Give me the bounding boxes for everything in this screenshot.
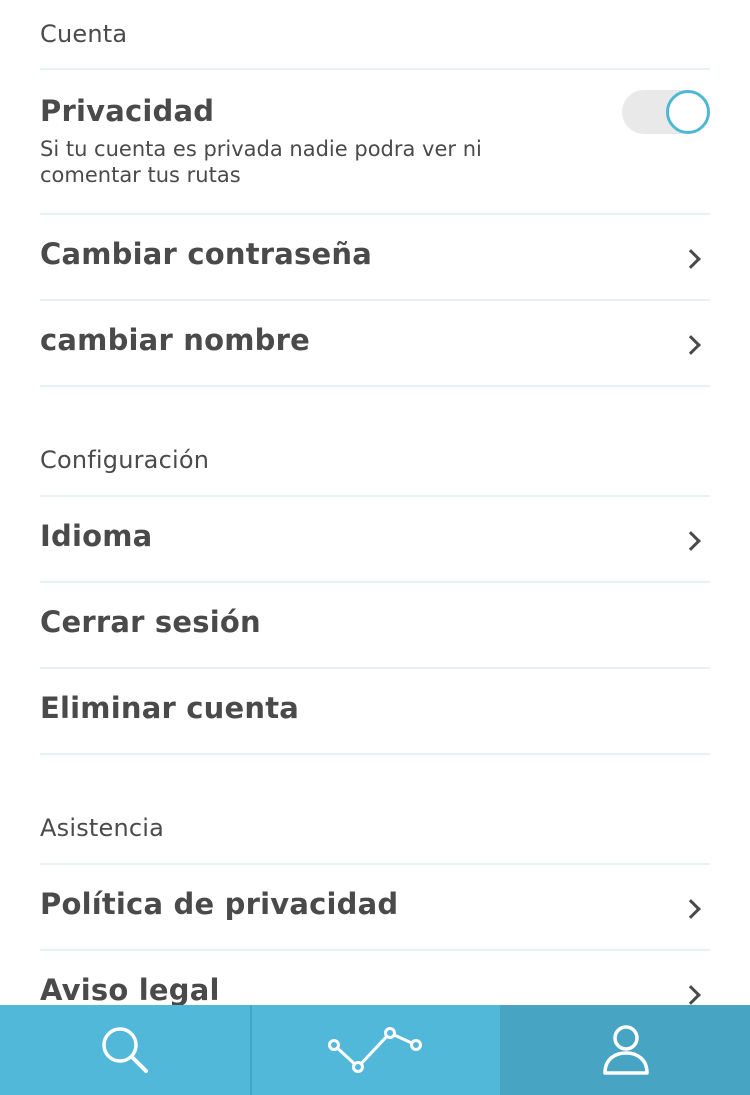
tab-profile[interactable] (500, 1005, 750, 1095)
delete-account-label: Eliminar cuenta (40, 691, 300, 725)
change-password-row[interactable]: Cambiar contraseña (40, 213, 710, 300)
change-name-row[interactable]: cambiar nombre (40, 299, 710, 386)
chevron-right-icon (681, 899, 701, 919)
section-title-support: Asistencia (40, 814, 165, 842)
divider (40, 385, 710, 387)
privacy-row: Privacidad Si tu cuenta es privada nadie… (40, 68, 710, 214)
delete-account-row[interactable]: Eliminar cuenta (40, 667, 710, 754)
search-icon (102, 1027, 148, 1073)
privacy-description: Si tu cuenta es privada nadie podra ver … (40, 137, 482, 187)
toggle-knob (666, 90, 710, 134)
privacy-policy-label: Política de privacidad (40, 887, 399, 921)
legal-notice-label: Aviso legal (40, 973, 220, 1005)
privacy-label: Privacidad (40, 94, 215, 128)
bottom-tab-bar (0, 1005, 750, 1095)
tab-routes[interactable] (250, 1005, 500, 1095)
settings-screen: Cuenta Privacidad Si tu cuenta es privad… (0, 0, 750, 1095)
settings-list: Cuenta Privacidad Si tu cuenta es privad… (0, 0, 750, 1005)
change-password-label: Cambiar contraseña (40, 237, 372, 271)
chevron-right-icon (681, 985, 701, 1005)
logout-label: Cerrar sesión (40, 605, 261, 639)
section-title-settings: Configuración (40, 446, 210, 474)
logout-row[interactable]: Cerrar sesión (40, 581, 710, 668)
chevron-right-icon (681, 249, 701, 269)
tab-search[interactable] (0, 1005, 250, 1095)
privacy-toggle[interactable] (622, 90, 710, 134)
chevron-right-icon (681, 335, 701, 355)
user-icon (603, 1025, 649, 1075)
language-label: Idioma (40, 519, 153, 553)
divider (40, 753, 710, 755)
section-title-account: Cuenta (40, 20, 128, 48)
chevron-right-icon (681, 531, 701, 551)
language-row[interactable]: Idioma (40, 495, 710, 582)
privacy-policy-row[interactable]: Política de privacidad (40, 863, 710, 950)
legal-notice-row[interactable]: Aviso legal (40, 949, 710, 1005)
route-chart-icon (328, 1027, 422, 1073)
change-name-label: cambiar nombre (40, 323, 310, 357)
